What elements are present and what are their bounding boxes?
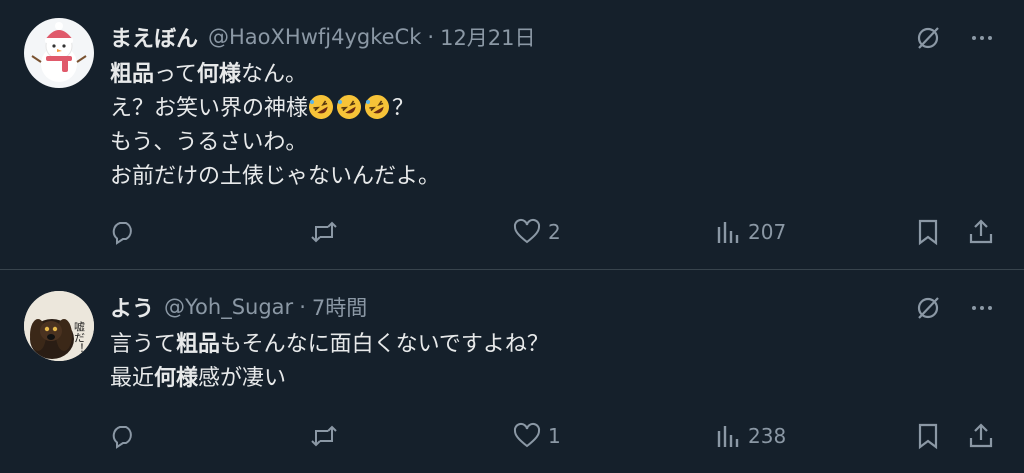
rolling-on-floor-laughing-icon [365,94,390,119]
bookmark-button[interactable] [914,216,942,248]
avatar[interactable] [24,18,94,88]
reply-button[interactable] [108,420,138,452]
handle[interactable]: @HaoXHwfj4ygkeCk [208,25,421,49]
avatar-caption: 嘘だ！ [73,321,86,354]
views-icon [717,222,739,243]
tweet-line: 言うて粗品もそんなに面白くないですよね？ [110,332,549,357]
separator: · [299,295,306,319]
handle[interactable]: @Yoh_Sugar [164,295,293,319]
rolling-on-floor-laughing-icon [337,94,362,119]
like-button[interactable]: 2 [512,216,561,248]
tweet-line: 粗品って何様なん。 [110,62,307,87]
bookmark-icon [918,423,938,450]
views-button[interactable]: 238 [714,420,786,452]
more-icon[interactable] [970,296,994,324]
tweet-text: 言うて粗品もそんなに面白くないですよね？ 最近何様感が凄い [110,328,549,396]
views-button[interactable]: 207 [714,216,786,248]
like-button[interactable]: 1 [512,420,561,452]
action-bar: 2 207 [108,216,1000,248]
views-count: 238 [748,424,787,448]
display-name[interactable]: まえぼん [110,21,198,53]
share-button[interactable] [966,216,996,248]
retweet-button[interactable] [308,216,340,248]
retweet-icon [311,221,337,243]
action-bar: 1 238 [108,420,1000,452]
like-icon [513,218,541,244]
like-icon [513,422,541,448]
share-button[interactable] [966,420,996,452]
rolling-on-floor-laughing-icon [309,94,334,119]
reply-icon [112,426,132,449]
views-count: 207 [748,220,787,244]
tweet[interactable]: 嘘だ！ よう @Yoh_Sugar · 7時間 言うて粗品もそんなに面白くないで… [0,270,1024,473]
retweet-icon [311,425,337,447]
grok-icon[interactable] [914,294,942,326]
timestamp[interactable]: 12月21日 [440,22,535,52]
tweet-line: もう、うるさいわ。 [110,130,308,155]
tweet-header: まえぼん @HaoXHwfj4ygkeCk · 12月21日 [110,20,536,54]
avatar[interactable]: 嘘だ！ [24,291,94,361]
tweet-line: お前だけの土俵じゃないんだよ。 [110,164,441,189]
tweet-text: 粗品って何様なん。 え？お笑い界の神様？ もう、うるさいわ。 お前だけの土俵じゃ… [110,58,440,194]
tweet-line: 最近何様感が凄い [110,366,287,391]
like-count: 1 [548,424,561,448]
share-icon [969,423,993,448]
grok-icon[interactable] [914,24,942,56]
reply-button[interactable] [108,216,138,248]
more-icon[interactable] [970,26,994,54]
bookmark-icon [918,219,938,246]
views-icon [717,426,739,447]
separator: · [427,25,435,49]
like-count: 2 [548,220,561,244]
retweet-button[interactable] [308,420,340,452]
display-name[interactable]: よう [110,291,154,323]
timestamp[interactable]: 7時間 [312,292,367,322]
tweet[interactable]: まえぼん @HaoXHwfj4ygkeCk · 12月21日 粗品って何様なん。… [0,0,1024,270]
bookmark-button[interactable] [914,420,942,452]
tweet-header: よう @Yoh_Sugar · 7時間 [110,290,367,324]
reply-icon [112,222,132,245]
share-icon [969,219,993,244]
tweet-line: え？お笑い界の神様？ [110,92,440,126]
